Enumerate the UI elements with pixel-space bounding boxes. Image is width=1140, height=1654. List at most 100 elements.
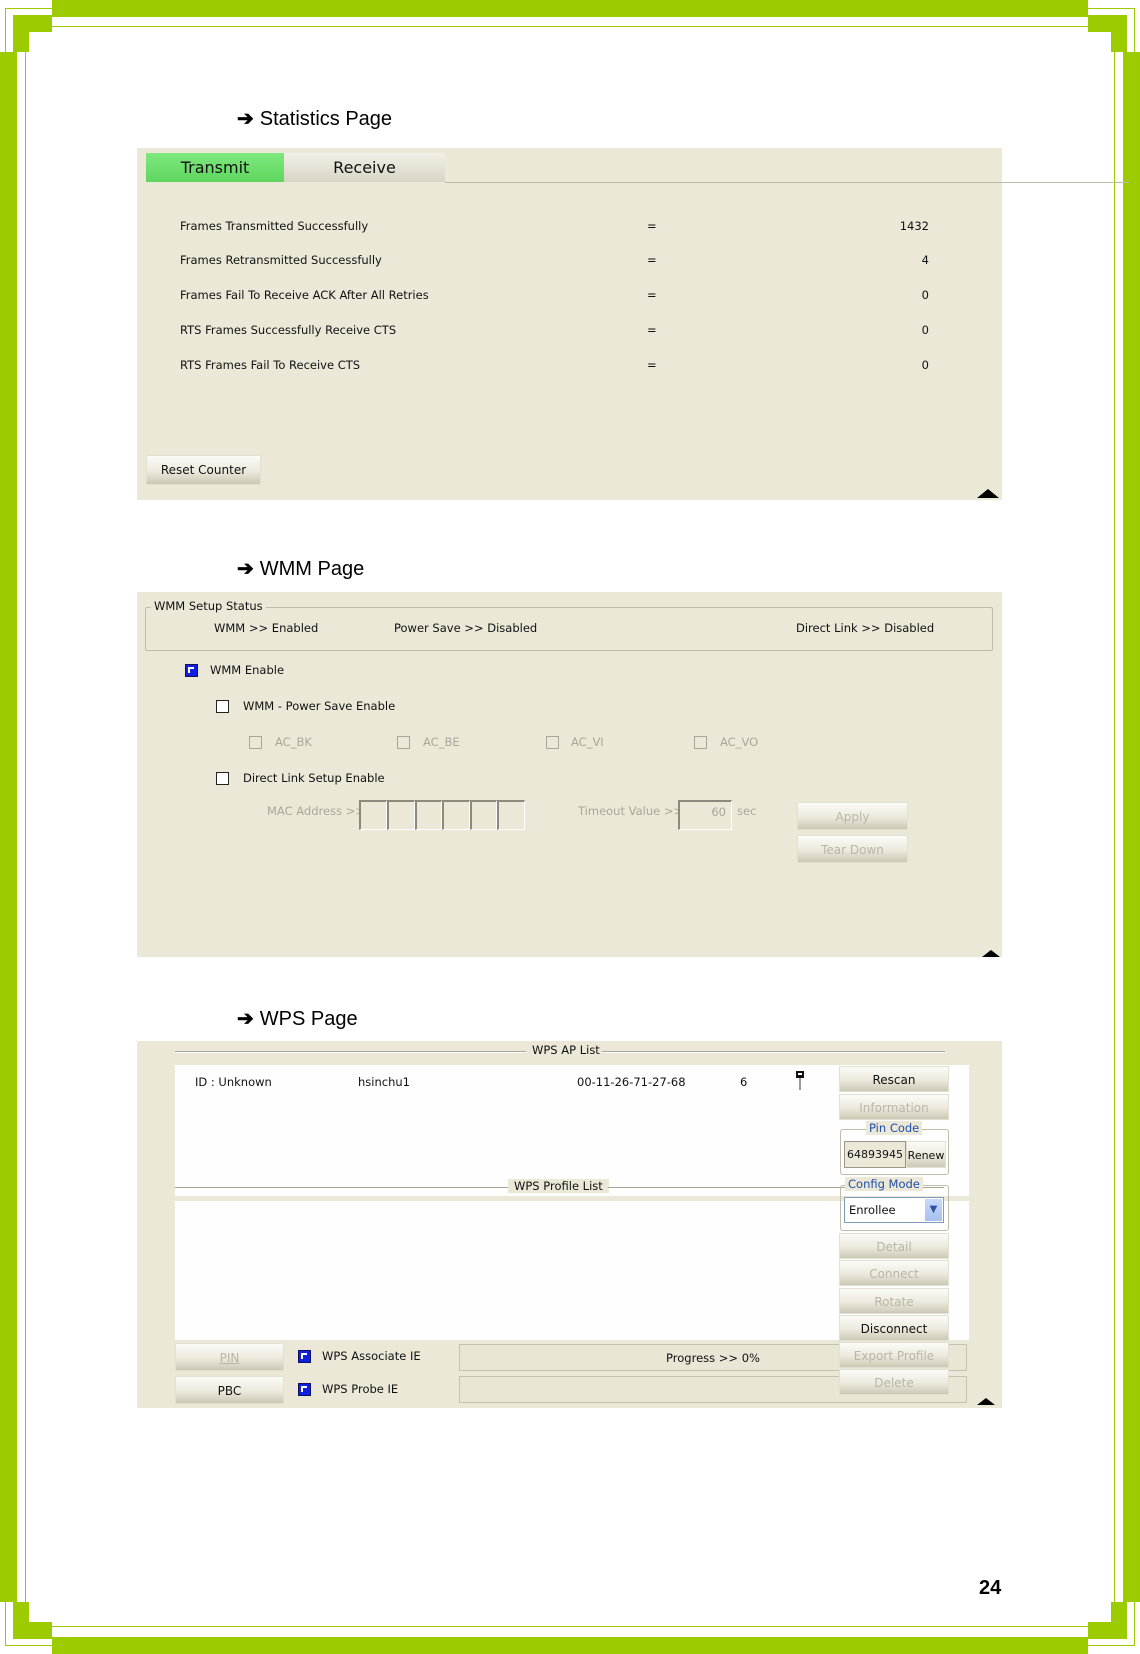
- profile-list-separator-left: [175, 1187, 512, 1189]
- stat-value: 0: [921, 358, 929, 372]
- tab-receive[interactable]: Receive: [284, 153, 445, 182]
- config-mode-label: Config Mode: [845, 1177, 923, 1191]
- frame-corner-bl-line-v: [5, 1602, 6, 1646]
- timeout-label: Timeout Value >>: [578, 804, 684, 818]
- stat-label: Frames Transmitted Successfully: [180, 219, 369, 233]
- pbc-button[interactable]: PBC: [175, 1376, 284, 1404]
- wmm-heading-text: WMM Page: [259, 558, 365, 580]
- stat-label: Frames Retransmitted Successfully: [180, 253, 382, 267]
- progress-text: Progress >> 0%: [666, 1351, 760, 1365]
- wmm-status-group-label: WMM Setup Status: [151, 599, 266, 613]
- statistics-panel: Transmit Receive Frames Transmitted Succ…: [137, 148, 1129, 500]
- chevron-down-icon[interactable]: ▼: [925, 1199, 942, 1221]
- mac-address-label: MAC Address >>: [267, 804, 365, 818]
- direct-link-status: Direct Link >> Disabled: [796, 621, 935, 635]
- statistics-heading: ➔ Statistics Page: [237, 106, 392, 131]
- ap-ssid: hsinchu1: [358, 1075, 410, 1089]
- frame-corner-bl-line-h: [5, 1645, 52, 1646]
- wps-panel: WPS AP List ID : Unknown hsinchu1 00-11-…: [137, 1041, 1002, 1408]
- frame-corner-tr-line-h: [1088, 8, 1135, 9]
- frame-top-bar: [52, 0, 1088, 17]
- mac-field-6[interactable]: [497, 800, 525, 830]
- ac-be-label: AC_BE: [423, 735, 460, 749]
- triangle-up-icon[interactable]: [982, 950, 1000, 957]
- reset-counter-button[interactable]: Reset Counter: [146, 455, 261, 485]
- detail-button[interactable]: Detail: [839, 1233, 949, 1259]
- mac-field-1[interactable]: [359, 800, 387, 830]
- frame-left-bar: [0, 52, 17, 1602]
- ac-vo-checkbox[interactable]: [694, 736, 707, 749]
- ac-bk-checkbox[interactable]: [249, 736, 262, 749]
- mac-field-4[interactable]: [442, 800, 470, 830]
- stat-value: 0: [921, 323, 929, 337]
- wps-probe-ie-label: WPS Probe IE: [322, 1382, 399, 1396]
- ap-list-label: WPS AP List: [526, 1043, 606, 1057]
- tab-divider: [445, 182, 1129, 183]
- tab-transmit[interactable]: Transmit: [146, 153, 284, 182]
- ac-bk-label: AC_BK: [275, 735, 312, 749]
- frame-corner-bl-b: [13, 1602, 29, 1639]
- apply-button[interactable]: Apply: [797, 802, 908, 830]
- wmm-enable-label: WMM Enable: [210, 663, 285, 677]
- arrow-right-icon: ➔: [237, 558, 254, 580]
- stat-label: RTS Frames Successfully Receive CTS: [180, 323, 397, 337]
- frame-corner-br-line-h: [1088, 1645, 1135, 1646]
- stat-value: 1432: [899, 219, 929, 233]
- ac-be-checkbox[interactable]: [397, 736, 410, 749]
- stat-separator: =: [647, 219, 657, 233]
- mac-field-5[interactable]: [470, 800, 497, 830]
- stat-value: 4: [921, 253, 929, 267]
- frame-corner-br-line-v: [1134, 1602, 1135, 1646]
- wmm-heading: ➔ WMM Page: [237, 556, 364, 581]
- power-save-status: Power Save >> Disabled: [394, 621, 538, 635]
- stat-label: Frames Fail To Receive ACK After All Ret…: [180, 288, 429, 302]
- ac-vi-checkbox[interactable]: [546, 736, 559, 749]
- connect-button[interactable]: Connect: [839, 1260, 949, 1286]
- mac-field-3[interactable]: [415, 800, 442, 830]
- frame-corner-tr-b: [1111, 15, 1127, 52]
- frame-right-line: [1114, 52, 1115, 1602]
- wps-associate-ie-checkbox[interactable]: [298, 1350, 311, 1363]
- stat-separator: =: [647, 323, 657, 337]
- ap-channel: 6: [740, 1075, 748, 1089]
- arrow-right-icon: ➔: [237, 1008, 254, 1030]
- export-profile-button[interactable]: Export Profile: [839, 1342, 949, 1368]
- config-mode-value: Enrollee: [849, 1203, 896, 1217]
- frame-corner-tr-line-v: [1134, 8, 1135, 52]
- wmm-status: WMM >> Enabled: [214, 621, 319, 635]
- triangle-up-icon[interactable]: [977, 1398, 995, 1405]
- stat-label: RTS Frames Fail To Receive CTS: [180, 358, 361, 372]
- tear-down-button[interactable]: Tear Down: [797, 835, 908, 863]
- rescan-button[interactable]: Rescan: [839, 1066, 949, 1092]
- power-save-enable-checkbox[interactable]: [216, 700, 229, 713]
- frame-corner-tl-b: [13, 15, 29, 52]
- pin-code-field: 64893945: [844, 1141, 906, 1168]
- pin-button[interactable]: PIN: [175, 1343, 284, 1371]
- stat-separator: =: [647, 253, 657, 267]
- direct-link-enable-checkbox[interactable]: [216, 772, 229, 785]
- rotate-button[interactable]: Rotate: [839, 1288, 949, 1314]
- delete-button[interactable]: Delete: [839, 1369, 949, 1395]
- triangle-up-icon[interactable]: [977, 489, 999, 498]
- wmm-panel: WMM Setup Status WMM >> Enabled Power Sa…: [137, 592, 1002, 957]
- ap-id: ID : Unknown: [195, 1075, 272, 1089]
- frame-bottom-line: [52, 1626, 1088, 1627]
- config-mode-select[interactable]: Enrollee ▼: [844, 1197, 944, 1223]
- timeout-input[interactable]: 60: [678, 800, 732, 830]
- wps-probe-ie-checkbox[interactable]: [298, 1383, 311, 1396]
- frame-corner-tl-line-v: [5, 8, 6, 52]
- frame-left-line: [25, 52, 26, 1602]
- wmm-enable-checkbox[interactable]: [185, 664, 198, 677]
- renew-button[interactable]: Renew: [906, 1141, 946, 1168]
- frame-corner-tl-line-h: [5, 8, 52, 9]
- frame-bottom-bar: [52, 1637, 1088, 1654]
- wps-heading: ➔ WPS Page: [237, 1006, 358, 1031]
- direct-link-enable-label: Direct Link Setup Enable: [243, 771, 385, 785]
- information-button[interactable]: Information: [839, 1094, 949, 1120]
- frame-corner-br-b: [1111, 1602, 1127, 1639]
- ap-list-separator-left: [175, 1051, 533, 1053]
- ap-list-separator-right: [602, 1051, 945, 1053]
- stat-separator: =: [647, 288, 657, 302]
- disconnect-button[interactable]: Disconnect: [839, 1315, 949, 1341]
- mac-field-2[interactable]: [387, 800, 415, 830]
